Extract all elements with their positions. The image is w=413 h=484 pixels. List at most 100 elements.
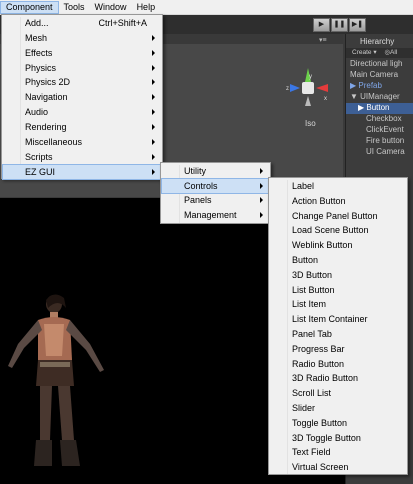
menu-item-label: 3D Radio Button: [292, 373, 359, 384]
menu-item-progress-bar[interactable]: Progress Bar: [270, 342, 406, 356]
menu-item-controls[interactable]: Controls: [161, 177, 270, 194]
hierarchy-item[interactable]: Fire button: [346, 136, 413, 147]
menu-item-label: Progress Bar: [292, 343, 345, 354]
menu-item-label: Effects: [25, 47, 53, 58]
menu-item-label[interactable]: Label: [270, 179, 406, 193]
hierarchy-item[interactable]: ▼ UIManager: [346, 92, 413, 103]
create-dropdown[interactable]: Create ▾: [352, 49, 377, 56]
menu-item-panels[interactable]: Panels: [162, 193, 269, 207]
menu-item-3d-toggle-button[interactable]: 3D Toggle Button: [270, 431, 406, 445]
search-filter[interactable]: ◎All: [384, 49, 397, 56]
menu-item-list-item-container[interactable]: List Item Container: [270, 312, 406, 326]
menu-item-label: Mesh: [25, 32, 48, 43]
menu-item-ez-gui[interactable]: EZ GUI: [2, 163, 162, 180]
menu-item-label: Navigation: [25, 92, 68, 103]
submenu-arrow-icon: [152, 138, 155, 145]
hierarchy-title: Hierarchy: [360, 37, 395, 46]
menu-item-text-field[interactable]: Text Field: [270, 445, 406, 459]
menu-item-label: 3D Button: [292, 269, 333, 280]
menu-item-audio[interactable]: Audio: [3, 105, 161, 119]
menu-item-label: Audio: [25, 107, 49, 118]
gizmo-z-label: z: [286, 86, 289, 92]
menu-item-weblink-button[interactable]: Weblink Button: [270, 238, 406, 252]
play-icon[interactable]: ▶: [313, 18, 330, 32]
menu-item-miscellaneous[interactable]: Miscellaneous: [3, 135, 161, 149]
menu-item-load-scene-button[interactable]: Load Scene Button: [270, 223, 406, 237]
menu-item-navigation[interactable]: Navigation: [3, 90, 161, 104]
menu-item-label: Rendering: [25, 121, 67, 132]
menu-item-panel-tab[interactable]: Panel Tab: [270, 327, 406, 341]
menu-item-label: Management: [184, 210, 237, 221]
menu-bar: Component Tools Window Help: [0, 0, 413, 15]
play-controls: ▶ ❚❚ ▶❚: [313, 18, 367, 32]
menu-item-utility[interactable]: Utility: [162, 164, 269, 178]
submenu-arrow-icon: [260, 197, 263, 204]
menu-item-management[interactable]: Management: [162, 208, 269, 222]
menu-item-label: List Item Container: [292, 314, 368, 325]
menu-item-3d-button[interactable]: 3D Button: [270, 268, 406, 282]
menu-item-scroll-list[interactable]: Scroll List: [270, 386, 406, 400]
menu-item-label: Panel Tab: [292, 329, 332, 339]
hierarchy-item[interactable]: Main Camera: [346, 70, 413, 81]
menu-tools[interactable]: Tools: [59, 1, 90, 14]
menu-item-button[interactable]: Button: [270, 253, 406, 267]
menu-item-change-panel-button[interactable]: Change Panel Button: [270, 209, 406, 223]
menu-item-list-button[interactable]: List Button: [270, 283, 406, 297]
menu-item-label: List Item: [292, 299, 327, 310]
menu-item-physics[interactable]: Physics: [3, 61, 161, 75]
menu-item-list-item[interactable]: List Item: [270, 297, 406, 311]
hierarchy-item[interactable]: Directional ligh: [346, 59, 413, 70]
submenu-arrow-icon: [152, 123, 155, 130]
menu-item-label: Controls: [184, 180, 218, 191]
menu-item-3d-radio-button[interactable]: 3D Radio Button: [270, 371, 406, 385]
controls-submenu: Label Action Button Change Panel Button Loa…: [268, 177, 408, 475]
menu-item-label: Scroll List: [292, 388, 332, 399]
menu-window[interactable]: Window: [90, 1, 132, 14]
menu-item-rendering[interactable]: Rendering: [3, 120, 161, 134]
menu-item-label: Toggle Button: [292, 417, 348, 428]
menu-item-label: Utility: [184, 166, 206, 176]
menu-item-label: Button: [292, 255, 319, 265]
menu-item-label: Change Panel Button: [292, 210, 378, 221]
submenu-arrow-icon: [152, 168, 155, 175]
menu-item-radio-button[interactable]: Radio Button: [270, 357, 406, 371]
menu-item-add[interactable]: Add... Ctrl+Shift+A: [3, 16, 161, 30]
hierarchy-item[interactable]: ▶ Prefab: [346, 81, 413, 92]
menu-help[interactable]: Help: [132, 1, 161, 14]
menu-item-virtual-screen[interactable]: Virtual Screen: [270, 460, 406, 474]
menu-item-label: Physics: [25, 62, 57, 73]
scene-view-menu-icon[interactable]: ▾≡: [319, 36, 327, 44]
menu-item-scripts[interactable]: Scripts: [3, 150, 161, 164]
menu-item-label: Label: [292, 181, 315, 191]
menu-item-effects[interactable]: Effects: [3, 46, 161, 60]
submenu-arrow-icon: [152, 79, 155, 86]
menu-component[interactable]: Component: [0, 0, 59, 14]
menu-item-label: Virtual Screen: [292, 462, 349, 473]
projection-label[interactable]: Iso: [305, 119, 316, 128]
hierarchy-item[interactable]: ClickEvent: [346, 125, 413, 136]
menu-item-label: Weblink Button: [292, 240, 353, 251]
menu-item-label: Physics 2D: [25, 77, 71, 88]
menu-item-physics-2d[interactable]: Physics 2D: [3, 75, 161, 89]
menu-item-action-button[interactable]: Action Button: [270, 194, 406, 208]
menu-item-toggle-button[interactable]: Toggle Button: [270, 416, 406, 430]
menu-item-label: Load Scene Button: [292, 225, 369, 236]
menu-item-mesh[interactable]: Mesh: [3, 31, 161, 45]
hierarchy-tab[interactable]: Hierarchy: [346, 37, 413, 48]
hierarchy-item[interactable]: ▶ Button: [346, 103, 413, 114]
character-model-icon: [8, 294, 104, 466]
submenu-arrow-icon: [260, 212, 263, 219]
menu-item-label: Slider: [292, 403, 316, 413]
submenu-arrow-icon: [152, 34, 155, 41]
submenu-arrow-icon: [260, 168, 263, 174]
hierarchy-item[interactable]: Checkbox: [346, 114, 413, 125]
scene-gizmo-icon[interactable]: y z x: [286, 66, 330, 110]
menu-item-label: 3D Toggle Button: [292, 432, 361, 443]
menu-item-label: Action Button: [292, 195, 346, 206]
pause-icon[interactable]: ❚❚: [331, 18, 348, 32]
component-menu: Add... Ctrl+Shift+A Mesh Effects Physics Phys…: [1, 14, 163, 180]
menu-item-slider[interactable]: Slider: [270, 401, 406, 415]
hierarchy-item[interactable]: UI Camera: [346, 147, 413, 158]
menu-item-label: Add...: [25, 18, 49, 28]
step-icon[interactable]: ▶❚: [349, 18, 366, 32]
